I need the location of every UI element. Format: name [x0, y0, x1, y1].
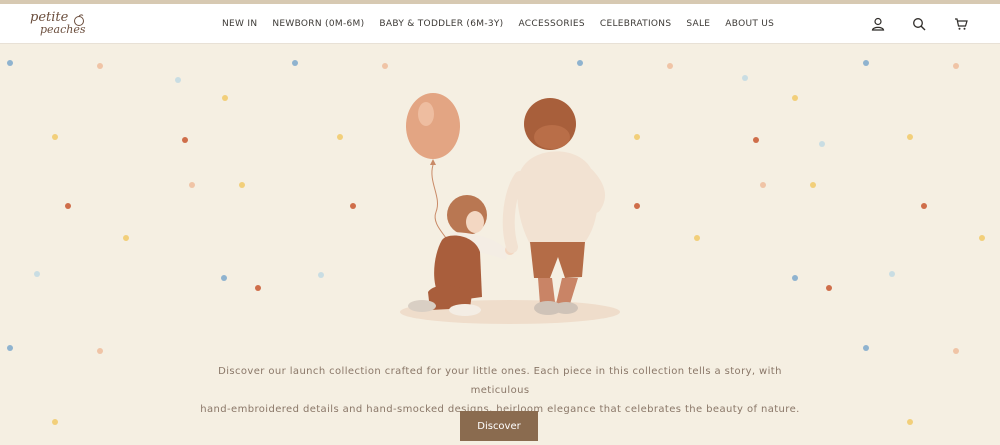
confetti-dot	[97, 63, 103, 69]
confetti-dot	[65, 203, 71, 209]
confetti-dot	[52, 134, 58, 140]
confetti-dot	[292, 60, 298, 66]
confetti-dot	[255, 285, 261, 291]
cart-icon[interactable]	[954, 17, 968, 31]
confetti-dot	[753, 137, 759, 143]
confetti-dot	[123, 235, 129, 241]
confetti-dot	[694, 235, 700, 241]
search-icon[interactable]	[912, 17, 926, 31]
hero-description-line-1: Discover our launch collection crafted f…	[218, 366, 782, 396]
confetti-dot	[826, 285, 832, 291]
confetti-dot	[350, 203, 356, 209]
main-nav: NEW IN NEWBORN (0M-6M) BABY & TODDLER (6…	[222, 4, 789, 43]
nav-accessories[interactable]: ACCESSORIES	[519, 19, 585, 29]
confetti-dot	[318, 272, 324, 278]
confetti-dot	[634, 134, 640, 140]
confetti-dot	[34, 271, 40, 277]
confetti-dot	[810, 182, 816, 188]
confetti-dot	[953, 63, 959, 69]
confetti-dot	[907, 419, 913, 425]
confetti-dot	[577, 60, 583, 66]
confetti-dot	[382, 63, 388, 69]
confetti-dot	[182, 137, 188, 143]
confetti-dot	[97, 348, 103, 354]
confetti-dot	[634, 203, 640, 209]
confetti-dot	[907, 134, 913, 140]
confetti-dot	[792, 95, 798, 101]
nav-sale[interactable]: SALE	[686, 19, 710, 29]
confetti-dot	[819, 141, 825, 147]
confetti-dot	[239, 182, 245, 188]
account-icon[interactable]	[871, 17, 885, 31]
confetti-dot	[863, 60, 869, 66]
nav-newborn[interactable]: NEWBORN (0M-6M)	[272, 19, 364, 29]
confetti-dot	[7, 345, 13, 351]
confetti-dot	[979, 235, 985, 241]
confetti-dot	[889, 271, 895, 277]
nav-baby-toddler[interactable]: BABY & TODDLER (6M-3Y)	[379, 19, 503, 29]
confetti-dot	[742, 75, 748, 81]
nav-new-in[interactable]: NEW IN	[222, 19, 257, 29]
discover-button[interactable]: Discover	[460, 411, 538, 441]
confetti-dot	[7, 60, 13, 66]
nav-about-us[interactable]: ABOUT US	[725, 19, 774, 29]
hero-illustration	[400, 93, 620, 324]
confetti-dot	[792, 275, 798, 281]
confetti-dot	[337, 134, 343, 140]
confetti-dot	[175, 77, 181, 83]
nav-celebrations[interactable]: CELEBRATIONS	[600, 19, 671, 29]
confetti-dot	[222, 95, 228, 101]
confetti-dot	[921, 203, 927, 209]
site-header: petite peaches NEW IN NEWBORN (0M-6M) BA…	[0, 4, 1000, 44]
confetti-dot	[760, 182, 766, 188]
peach-icon	[74, 14, 84, 26]
confetti-dot	[221, 275, 227, 281]
confetti-dot	[52, 419, 58, 425]
confetti-dot	[953, 348, 959, 354]
confetti-dot	[667, 63, 673, 69]
confetti-dot	[863, 345, 869, 351]
confetti-dot	[189, 182, 195, 188]
brand-logo[interactable]: petite peaches	[28, 11, 92, 39]
